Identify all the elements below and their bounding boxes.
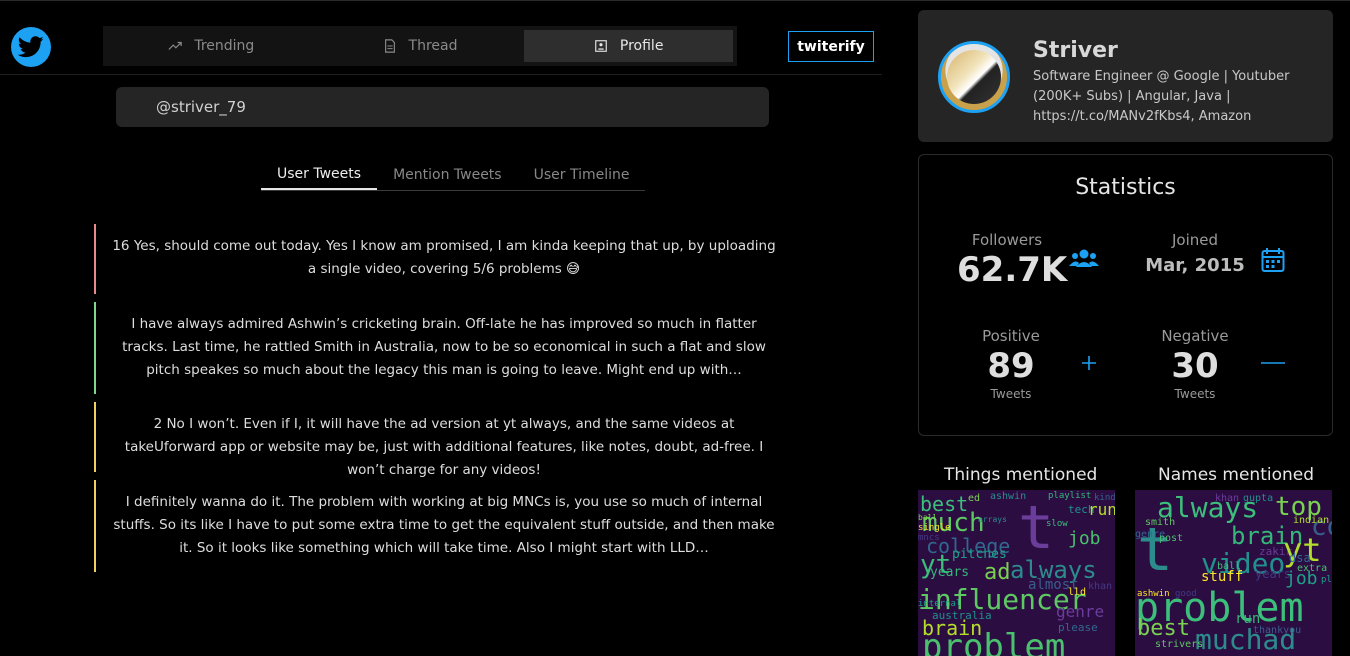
profile-name: Striver <box>1033 38 1118 63</box>
names-mentioned-wordcloud: alwaystoptbraincollegesmithzakirvideoytg… <box>1135 490 1332 656</box>
wordcloud-word: job <box>1068 528 1101 549</box>
users-icon <box>1069 249 1099 267</box>
tweet-item[interactable]: I definitely wanna do it. The problem wi… <box>94 480 788 572</box>
negative-unit: Tweets <box>1174 387 1216 401</box>
followers-stat: Followers 62.7K <box>957 231 1068 291</box>
joined-label: Joined <box>1171 231 1219 249</box>
wordcloud-word: gupta <box>1243 493 1274 504</box>
username-search-input[interactable]: @striver_79 <box>116 87 769 127</box>
wordcloud-word: khan <box>1215 493 1240 504</box>
negative-value: 30 <box>1171 346 1219 386</box>
tweet-item[interactable]: 16 Yes, should come out today. Yes I kno… <box>94 224 788 294</box>
wordcloud-word: thankyou <box>1253 625 1302 636</box>
top-border <box>0 0 1350 1</box>
profile-icon <box>595 40 607 52</box>
twitter-logo-icon[interactable] <box>11 27 51 67</box>
wordcloud-word: ball <box>918 513 938 522</box>
things-mentioned-title: Things mentioned <box>944 465 1098 485</box>
wordcloud-word: good <box>1175 589 1197 599</box>
header-divider <box>0 74 882 75</box>
wordcloud-word: indian <box>1293 515 1330 526</box>
wordcloud-word: ad <box>984 560 1011 585</box>
wordcloud-word: single <box>918 523 951 533</box>
trending-icon <box>168 41 183 50</box>
tab-trending-label: Trending <box>194 38 255 54</box>
tab-mention-tweets[interactable]: Mention Tweets <box>377 160 518 190</box>
wordcloud-word: smith <box>1145 517 1176 528</box>
wordcloud-word: best <box>1137 616 1190 641</box>
wordcloud-word: ed <box>968 493 981 504</box>
statistics-card: Statistics Followers 62.7K Joined Mar, 2… <box>918 154 1333 436</box>
statistics-title: Statistics <box>1075 175 1176 200</box>
wordcloud-word: strivers <box>1155 639 1204 650</box>
wordcloud-word: problem <box>922 627 1066 656</box>
wordcloud-word: lld <box>1068 587 1087 598</box>
tweet-tabs: User Tweets Mention Tweets User Timeline <box>261 160 646 191</box>
wordcloud-word: slow <box>1046 519 1068 529</box>
tweet-text: I definitely wanna do it. The problem wi… <box>113 494 775 556</box>
plus-icon <box>1082 356 1096 370</box>
tab-trending[interactable]: Trending <box>107 30 316 62</box>
tab-thread-label: Thread <box>408 38 458 54</box>
tweet-item[interactable]: I have always admired Ashwin’s cricketin… <box>94 302 788 394</box>
tweet-list: 16 Yes, should come out today. Yes I kno… <box>94 224 788 580</box>
wordcloud-word: genre <box>1056 602 1105 621</box>
wordcloud-word: run <box>1088 500 1115 519</box>
tab-user-tweets[interactable]: User Tweets <box>261 160 378 190</box>
wordcloud-word: mncs <box>918 533 940 543</box>
negative-stat: Negative 30 Tweets <box>1155 327 1235 401</box>
document-icon <box>384 39 395 53</box>
wordcloud-word: years <box>930 565 970 580</box>
wordcloud-word: arrays <box>978 515 1007 524</box>
joined-stat: Joined Mar, 2015 <box>1141 231 1249 283</box>
names-mentioned-title: Names mentioned <box>1158 465 1315 485</box>
minus-icon <box>1261 362 1285 364</box>
wordcloud-word: run <box>1235 611 1261 627</box>
wordcloud-word: playlist <box>1321 575 1332 585</box>
positive-label: Positive <box>982 327 1040 345</box>
tab-profile-label: Profile <box>619 38 664 54</box>
positive-stat: Positive 89 Tweets <box>971 327 1051 401</box>
wordcloud-word: internal <box>918 599 962 609</box>
tweet-text: 16 Yes, should come out today. Yes I kno… <box>112 238 776 277</box>
profile-card: Striver Software Engineer @ Google | You… <box>918 10 1333 142</box>
calendar-icon <box>1261 248 1285 272</box>
wordcloud-word: ashwin <box>1137 589 1170 599</box>
wordcloud-word: playlist <box>1048 491 1092 501</box>
tab-user-timeline[interactable]: User Timeline <box>518 160 646 190</box>
positive-value: 89 <box>987 346 1035 386</box>
tab-profile[interactable]: Profile <box>524 30 734 62</box>
tab-thread[interactable]: Thread <box>316 30 525 62</box>
wordcloud-word: extra <box>1297 563 1328 574</box>
main-nav: Trending Thread Profile <box>103 26 737 66</box>
tweet-text: 2 No I won’t. Even if I, it will have th… <box>124 416 764 478</box>
things-mentioned-wordcloud: bestedashwinplaylistkindamuchttechruncol… <box>918 490 1115 656</box>
followers-value: 62.7K <box>957 250 1068 290</box>
tweet-item[interactable]: 2 No I won’t. Even if I, it will have th… <box>94 402 788 478</box>
positive-unit: Tweets <box>990 387 1032 401</box>
followers-label: Followers <box>971 231 1043 249</box>
joined-value: Mar, 2015 <box>1145 255 1245 276</box>
brand-button[interactable]: twiterify <box>788 31 874 62</box>
tweet-text: I have always admired Ashwin’s cricketin… <box>122 316 766 378</box>
wordcloud-word: post <box>1159 533 1184 544</box>
profile-bio: Software Engineer @ Google | Youtuber (2… <box>1033 69 1290 124</box>
avatar[interactable] <box>938 41 1010 113</box>
wordcloud-word: stuff <box>1201 569 1244 585</box>
wordcloud-word: khan <box>1088 581 1113 592</box>
negative-label: Negative <box>1161 327 1229 345</box>
wordcloud-word: ball <box>1217 561 1242 572</box>
